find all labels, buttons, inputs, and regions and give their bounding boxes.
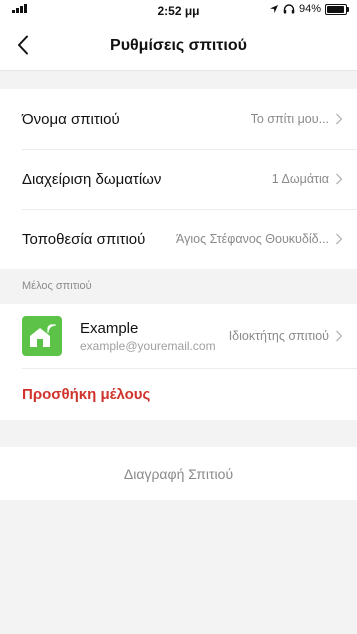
home-name-label: Όνομα σπιτιού: [22, 110, 120, 128]
home-location-row[interactable]: Τοποθεσία σπιτιού Άγιος Στέφανος Θουκυδί…: [0, 209, 357, 269]
headphones-icon: [283, 4, 295, 14]
member-text: Example example@youremail.com: [80, 320, 216, 353]
home-location-label: Τοποθεσία σπιτιού: [22, 230, 146, 248]
chevron-right-icon: [336, 173, 343, 185]
page-title: Ρυθμίσεις σπιτιού: [110, 37, 247, 54]
room-count-value: 1 Δωμάτια: [271, 172, 329, 186]
delete-home-button[interactable]: Διαγραφή Σπιτιού: [0, 447, 357, 500]
location-arrow-icon: [269, 5, 278, 13]
members-group: Example example@youremail.com Ιδιοκτήτης…: [0, 304, 357, 420]
home-settings-group: Όνομα σπιτιού Το σπίτι μου... Διαχείριση…: [0, 89, 357, 269]
status-right: 94%: [269, 3, 349, 15]
chevron-right-icon: [336, 330, 343, 342]
chevron-right-icon: [336, 113, 343, 125]
house-wifi-icon: [30, 324, 56, 347]
member-row[interactable]: Example example@youremail.com Ιδιοκτήτης…: [0, 304, 357, 368]
member-role: Ιδιοκτήτης σπιτιού: [228, 329, 329, 343]
member-name: Example: [80, 319, 139, 337]
room-management-label: Διαχείριση δωματίων: [22, 170, 162, 188]
home-name-row[interactable]: Όνομα σπιτιού Το σπίτι μου...: [0, 89, 357, 149]
add-member-button[interactable]: Προσθήκη μέλους: [0, 368, 357, 420]
member-email: example@youremail.com: [80, 338, 216, 353]
members-section-header: Μέλος σπιτιού: [0, 269, 357, 304]
home-location-value: Άγιος Στέφανος Θουκυδίδ...: [176, 232, 329, 246]
home-name-value: Το σπίτι μου...: [250, 112, 329, 126]
nav-bar: Ρυθμίσεις σπιτιού: [0, 22, 357, 71]
delete-home-label: Διαγραφή Σπιτιού: [123, 465, 234, 482]
add-member-label: Προσθήκη μέλους: [22, 385, 151, 403]
chevron-right-icon: [336, 233, 343, 245]
battery-icon: [325, 3, 349, 15]
avatar: [22, 316, 62, 356]
status-bar: 2:52 μμ 94%: [0, 0, 357, 22]
room-management-row[interactable]: Διαχείριση δωματίων 1 Δωμάτια: [0, 149, 357, 209]
battery-percent: 94%: [298, 3, 321, 15]
